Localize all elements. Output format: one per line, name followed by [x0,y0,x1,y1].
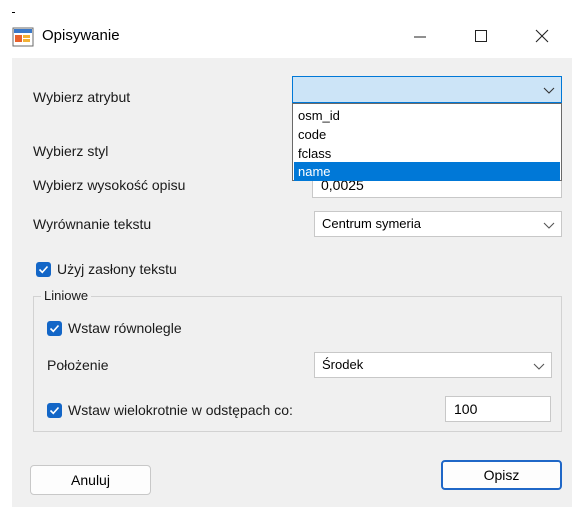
window-title: Opisywanie [42,27,120,44]
close-icon [535,29,549,43]
attribute-dropdown-list: osm_id code fclass name [292,103,562,181]
position-select-value: Środek [322,357,364,372]
close-button[interactable] [519,18,565,54]
checkmark-icon [49,406,60,415]
attribute-select[interactable] [292,76,562,103]
chevron-down-icon [543,87,555,94]
resize-grip [12,12,15,13]
alignment-select[interactable]: Centrum symeria [314,211,562,237]
dropdown-option[interactable]: fclass [294,144,560,163]
minimize-icon [414,36,426,38]
chevron-down-icon [533,363,545,370]
alignment-select-value: Centrum symeria [322,216,421,231]
app-form-icon [12,26,34,48]
parallel-checkbox[interactable] [47,321,62,336]
repeat-interval-input[interactable]: 100 [445,396,551,422]
style-label: Wybierz styl [33,143,109,159]
maximize-button[interactable] [458,18,504,54]
repeat-checkbox-label: Wstaw wielokrotnie w odstępach co: [68,402,293,418]
position-label: Położenie [47,357,109,373]
checkmark-icon [38,265,49,274]
position-select[interactable]: Środek [314,352,552,378]
title-bar: Opisywanie [0,0,572,58]
checkmark-icon [49,324,60,333]
attribute-label: Wybierz atrybut [33,89,131,105]
dropdown-option[interactable]: code [294,125,560,144]
ok-button[interactable]: Opisz [441,460,562,490]
minimize-button[interactable] [397,18,443,54]
parallel-checkbox-label: Wstaw równolegle [68,320,182,336]
repeat-checkbox[interactable] [47,403,62,418]
chevron-down-icon [543,222,555,229]
maximize-icon [475,30,487,42]
mask-checkbox-label: Użyj zasłony tekstu [57,261,177,277]
lines-group-title: Liniowe [41,288,92,303]
dropdown-option-selected[interactable]: name [294,162,560,181]
mask-checkbox[interactable] [36,262,51,277]
dropdown-option[interactable]: osm_id [294,106,560,125]
height-label: Wybierz wysokość opisu [33,177,186,193]
alignment-label: Wyrównanie tekstu [33,216,152,232]
cancel-button[interactable]: Anuluj [30,465,151,495]
repeat-interval-value: 100 [454,401,478,417]
